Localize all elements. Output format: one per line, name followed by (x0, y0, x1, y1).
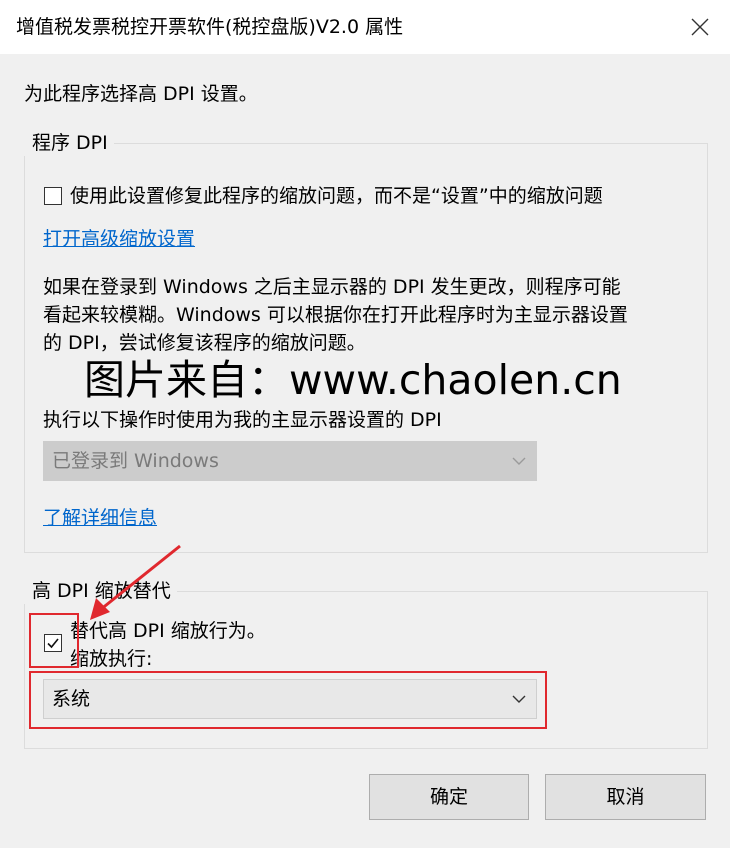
watermark: 图片来自：www.chaolen.cn (84, 356, 622, 404)
fix-scaling-checkbox[interactable] (44, 187, 62, 205)
learn-more-link[interactable]: 了解详细信息 (43, 504, 157, 532)
window-title: 增值税发票税控开票软件(税控盘版)V2.0 属性 (16, 16, 404, 38)
override-label[interactable]: 替代高 DPI 缩放行为。 (70, 617, 266, 645)
intro-text: 为此程序选择高 DPI 设置。 (24, 83, 258, 105)
cancel-button[interactable]: 取消 (545, 774, 706, 820)
description-line-1: 如果在登录到 Windows 之后主显示器的 DPI 发生更改，则程序可能 (43, 276, 621, 298)
performed-by-label: 缩放执行: (70, 648, 153, 670)
description-line-2: 看起来较模糊。Windows 可以根据你在打开此程序时为主显示器设置 (43, 304, 628, 326)
override-checkbox[interactable] (44, 634, 62, 652)
check-icon (47, 638, 59, 649)
fix-scaling-label[interactable]: 使用此设置修复此程序的缩放问题，而不是“设置”中的缩放问题 (70, 182, 603, 210)
override-legend: 高 DPI 缩放替代 (24, 578, 177, 604)
performed-by-value: 系统 (52, 688, 91, 710)
chevron-down-icon (512, 695, 526, 703)
dpi-when-value: 已登录到 Windows (52, 450, 219, 472)
chevron-down-icon (512, 457, 526, 465)
performed-by-select[interactable]: 系统 (43, 679, 537, 719)
dpi-when-select: 已登录到 Windows (43, 441, 537, 481)
program-dpi-legend: 程序 DPI (24, 130, 114, 156)
dpi-when-label: 执行以下操作时使用为我的主显示器设置的 DPI (43, 409, 442, 431)
close-button[interactable] (670, 0, 730, 54)
ok-button[interactable]: 确定 (369, 774, 529, 820)
advanced-scaling-link[interactable]: 打开高级缩放设置 (43, 225, 195, 253)
close-icon (691, 18, 709, 36)
title-bar: 增值税发票税控开票软件(税控盘版)V2.0 属性 (0, 0, 730, 54)
